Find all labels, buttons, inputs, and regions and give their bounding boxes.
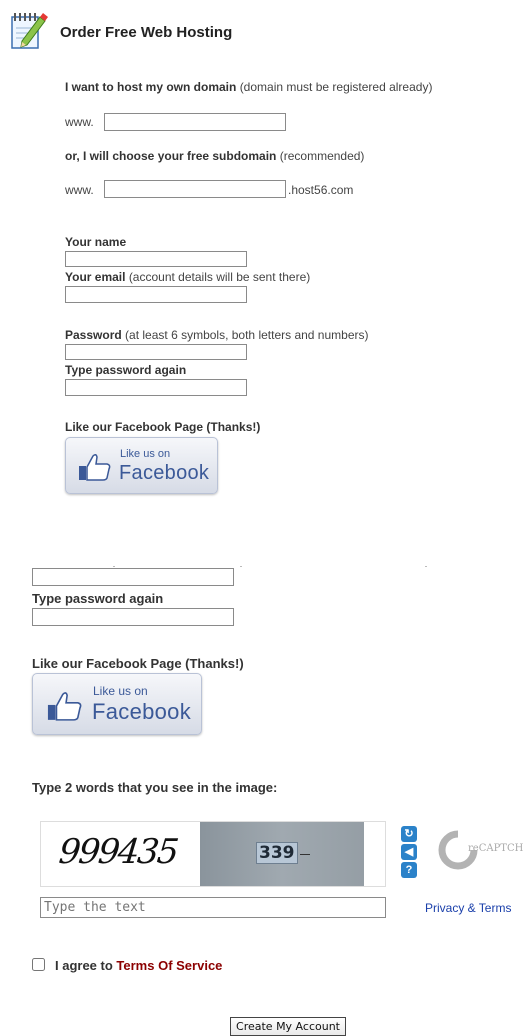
facebook-big-text: Facebook	[119, 462, 210, 484]
thumbs-up-icon	[46, 690, 84, 722]
facebook-like-button[interactable]: Like us on Facebook	[65, 437, 218, 494]
captcha-photo: 339	[200, 822, 364, 886]
password-label-note: (at least 6 symbols, both letters and nu…	[125, 328, 369, 342]
recaptcha-logo: stop spam. reCAPTCHA	[438, 830, 523, 870]
notepad-pencil-icon	[8, 9, 48, 51]
subdomain-label: or, I will choose your free subdomain (r…	[65, 149, 364, 163]
own-domain-input[interactable]	[104, 113, 286, 131]
refresh-icon[interactable]: ↻	[401, 826, 417, 842]
password-input-lower[interactable]	[32, 568, 234, 586]
privacy-terms-link[interactable]: Privacy & Terms	[425, 901, 511, 915]
email-input[interactable]	[65, 286, 247, 303]
captcha-word-2: 339	[256, 842, 298, 864]
password-label-bold: Password	[65, 328, 122, 342]
subdomain-label-note: (recommended)	[279, 149, 365, 163]
facebook-small-text: Like us on	[120, 448, 171, 460]
email-label: Your email (account details will be sent…	[65, 270, 310, 284]
password-again-input-lower[interactable]	[32, 608, 234, 626]
facebook-big-text: Facebook	[92, 699, 192, 724]
name-label: Your name	[65, 235, 127, 249]
facebook-like-button-lower[interactable]: Like us on Facebook	[32, 673, 202, 735]
subdomain-input[interactable]	[104, 180, 286, 198]
artifact-dot	[425, 566, 427, 567]
thumbs-up-icon	[78, 452, 112, 482]
captcha-response-input[interactable]	[40, 897, 386, 918]
email-label-bold: Your email	[65, 270, 126, 284]
password-input[interactable]	[65, 344, 247, 360]
agree-prefix: I agree to	[55, 958, 113, 973]
terms-of-service-link[interactable]: Terms Of Service	[116, 958, 222, 973]
subdomain-label-bold: or, I will choose your free subdomain	[65, 149, 277, 163]
facebook-label-lower: Like our Facebook Page (Thanks!)	[32, 656, 244, 671]
recaptcha-brand: reCAPTCHA	[468, 843, 523, 854]
www-prefix-sub: www.	[65, 183, 94, 197]
subdomain-suffix: .host56.com	[288, 183, 354, 197]
agree-terms-checkbox[interactable]	[32, 958, 45, 971]
agree-terms-label: I agree to Terms Of Service	[55, 958, 222, 973]
help-icon[interactable]: ?	[401, 862, 417, 878]
create-account-button[interactable]: Create My Account	[230, 1017, 346, 1036]
audio-icon[interactable]: ◀	[401, 844, 417, 860]
own-domain-label-bold: I want to host my own domain	[65, 80, 237, 94]
password-again-label: Type password again	[65, 363, 187, 377]
facebook-small-text: Like us on	[93, 684, 148, 698]
own-domain-label-note: (domain must be registered already)	[239, 80, 433, 94]
artifact-dot	[240, 566, 242, 567]
captcha-image: 999435 339	[40, 821, 386, 887]
www-prefix: www.	[65, 115, 94, 129]
email-label-note: (account details will be sent there)	[128, 270, 311, 284]
password-again-label-lower: Type password again	[32, 591, 164, 606]
facebook-label: Like our Facebook Page (Thanks!)	[65, 420, 261, 434]
password-again-input[interactable]	[65, 379, 247, 396]
captcha-label: Type 2 words that you see in the image:	[32, 780, 278, 795]
own-domain-label: I want to host my own domain (domain mus…	[65, 80, 432, 94]
name-input[interactable]	[65, 251, 247, 267]
artifact-dot	[113, 566, 115, 567]
captcha-dash	[300, 854, 310, 855]
page-title: Order Free Web Hosting	[60, 24, 233, 41]
captcha-word-1: 999435	[56, 832, 179, 872]
password-label: Password (at least 6 symbols, both lette…	[65, 328, 369, 342]
